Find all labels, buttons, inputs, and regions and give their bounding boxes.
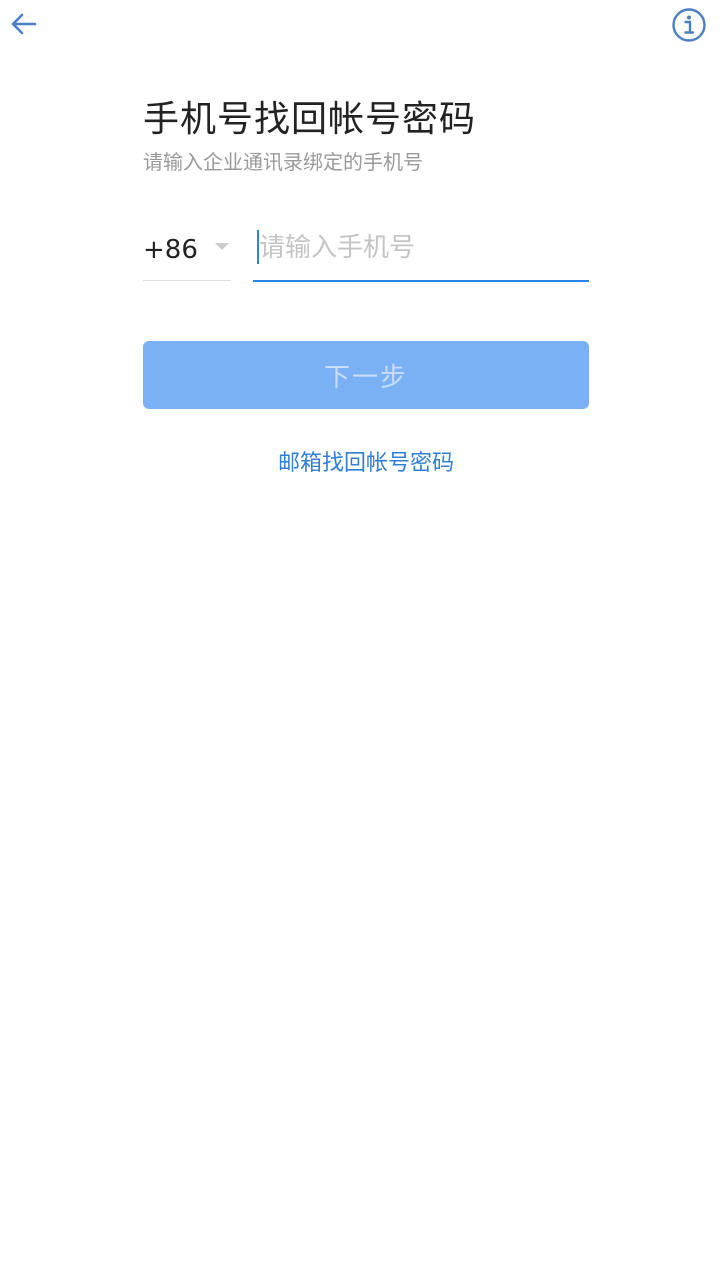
chevron-down-icon <box>215 243 229 250</box>
info-button[interactable] <box>670 8 708 46</box>
country-code-select[interactable]: +86 <box>143 220 231 281</box>
next-step-label: 下一步 <box>323 362 408 393</box>
next-step-button[interactable]: 下一步 <box>143 341 589 409</box>
page-subtitle: 请输入企业通讯录绑定的手机号 <box>143 150 423 174</box>
info-circle-icon <box>671 7 707 47</box>
phone-input[interactable] <box>253 220 589 276</box>
country-code-value: +86 <box>143 235 198 265</box>
email-recovery-link[interactable]: 邮箱找回帐号密码 <box>143 445 589 477</box>
text-cursor <box>257 230 259 264</box>
recover-password-screen: 手机号找回帐号密码 请输入企业通讯录绑定的手机号 +86 下一步 邮箱找回帐号密… <box>0 0 720 1280</box>
back-button[interactable] <box>6 8 42 44</box>
page-title: 手机号找回帐号密码 <box>143 99 477 140</box>
arrow-left-icon <box>9 9 39 43</box>
phone-field <box>253 220 589 282</box>
